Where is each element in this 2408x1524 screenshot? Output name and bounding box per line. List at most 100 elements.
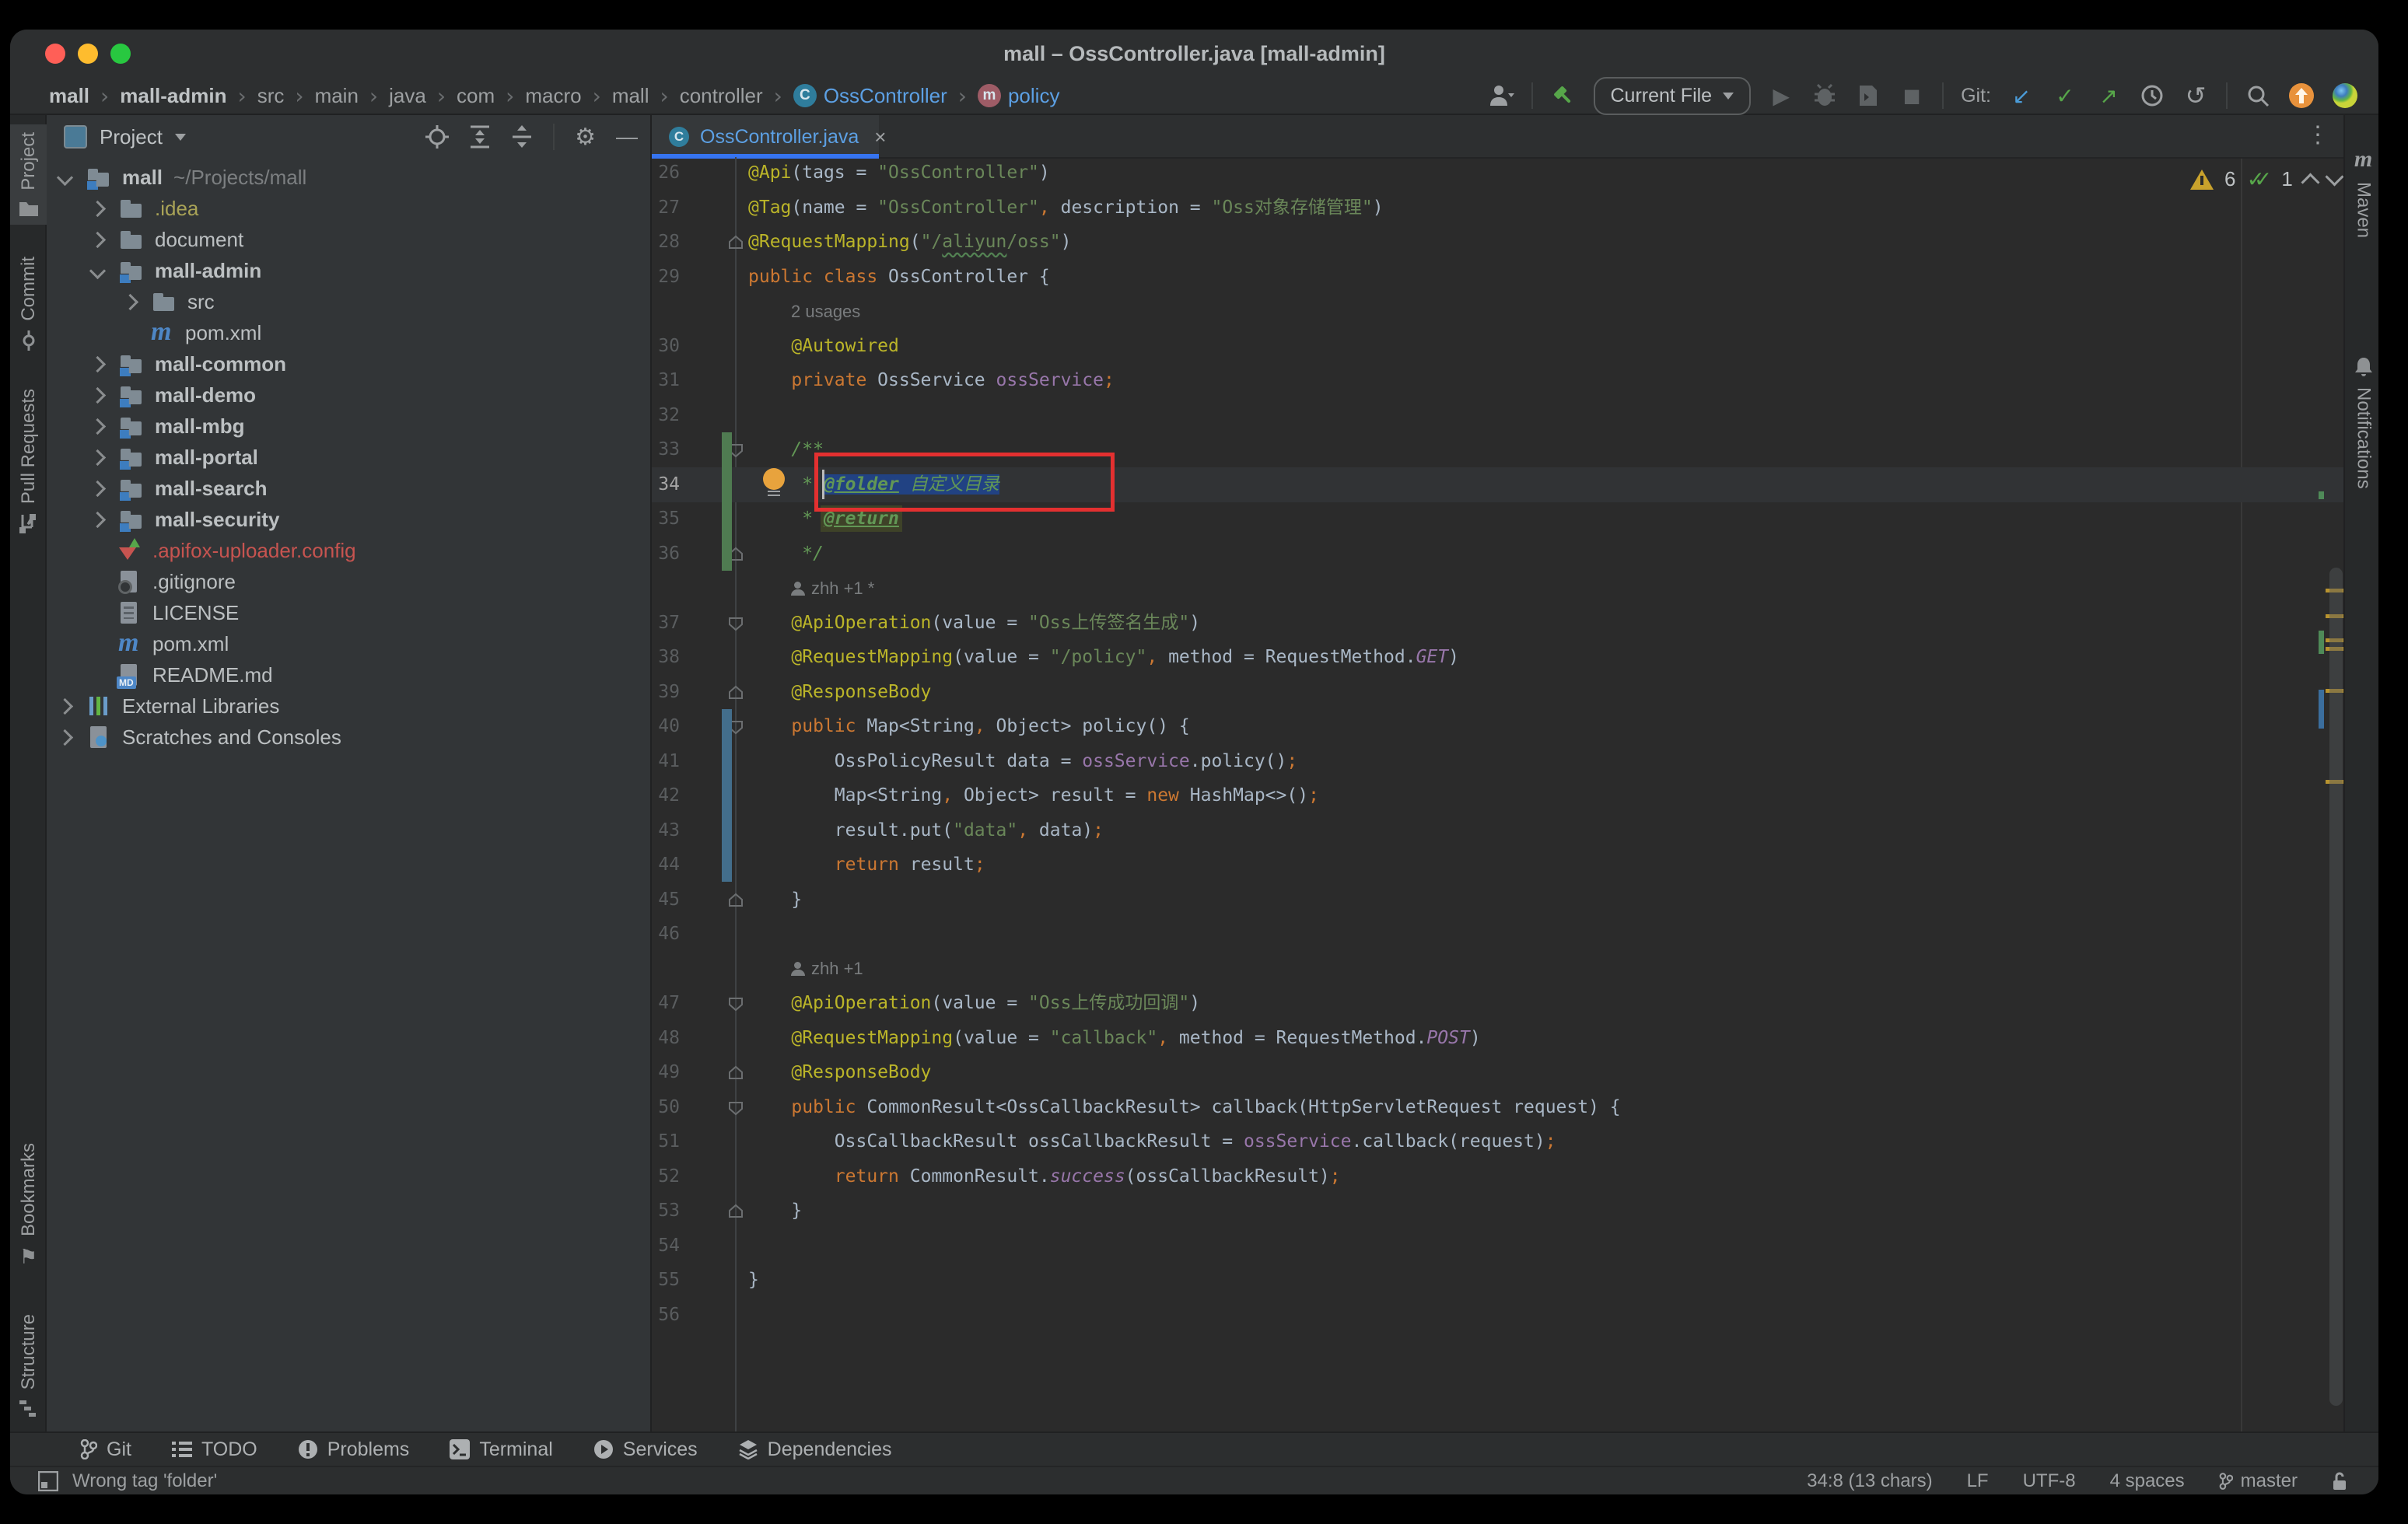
code-line[interactable]: 47 @ApiOperation(value = "Oss上传成功回调") bbox=[652, 986, 2343, 1021]
editor-options-kebab-icon[interactable]: ⋮ bbox=[2306, 121, 2329, 149]
chevron-right-icon[interactable] bbox=[89, 386, 106, 403]
line-number[interactable]: 44 bbox=[652, 848, 680, 883]
breadcrumb-item[interactable]: mpolicy bbox=[978, 84, 1059, 108]
code-line[interactable]: 41 OssPolicyResult data = ossService.pol… bbox=[652, 744, 2343, 779]
next-problem-chevron-icon[interactable] bbox=[2325, 167, 2343, 186]
line-number[interactable]: 41 bbox=[652, 744, 680, 779]
inlay-hint-text[interactable]: zhh +1 bbox=[791, 952, 863, 987]
breadcrumb-item[interactable]: mall-admin bbox=[120, 84, 226, 108]
search-everywhere-icon[interactable] bbox=[2245, 82, 2271, 109]
code-line[interactable]: 43 result.put("data", data); bbox=[652, 813, 2343, 848]
code-line[interactable]: 50 public CommonResult<OssCallbackResult… bbox=[652, 1090, 2343, 1125]
line-number[interactable]: 36 bbox=[652, 537, 680, 572]
git-branch-widget[interactable]: master bbox=[2219, 1470, 2298, 1492]
line-number[interactable]: 37 bbox=[652, 606, 680, 641]
code-line[interactable]: 36 */ bbox=[652, 537, 2343, 572]
line-number[interactable]: 56 bbox=[652, 1298, 680, 1333]
tree-item[interactable]: src bbox=[47, 286, 650, 317]
breadcrumb-item[interactable]: java bbox=[389, 84, 426, 108]
sidebar-item-project[interactable]: Project bbox=[10, 124, 47, 225]
code-line[interactable]: 51 OssCallbackResult ossCallbackResult =… bbox=[652, 1124, 2343, 1159]
fold-start-icon[interactable] bbox=[726, 994, 745, 1013]
run-configuration-select[interactable]: Current File bbox=[1594, 77, 1752, 115]
toolwindow-dependencies[interactable]: Dependencies bbox=[738, 1438, 892, 1461]
collapse-all-icon[interactable] bbox=[511, 125, 533, 149]
line-number[interactable]: 33 bbox=[652, 432, 680, 467]
code-line[interactable]: 30 @Autowired bbox=[652, 329, 2343, 364]
line-number[interactable]: 28 bbox=[652, 225, 680, 260]
code-line[interactable]: 54 bbox=[652, 1229, 2343, 1264]
locate-file-icon[interactable] bbox=[425, 125, 449, 149]
tab-osscontroller[interactable]: C OssController.java × bbox=[652, 115, 879, 159]
line-number[interactable]: 29 bbox=[652, 260, 680, 295]
line-number[interactable]: 42 bbox=[652, 778, 680, 813]
indent-setting[interactable]: 4 spaces bbox=[2110, 1470, 2185, 1492]
rollback-icon[interactable]: ↺ bbox=[2182, 82, 2209, 109]
tree-item[interactable]: .idea bbox=[47, 193, 650, 224]
code-line[interactable]: 38 @RequestMapping(value = "/policy", me… bbox=[652, 640, 2343, 675]
line-number[interactable]: 51 bbox=[652, 1124, 680, 1159]
debug-button[interactable] bbox=[1811, 82, 1838, 109]
fold-end-icon[interactable] bbox=[726, 1064, 745, 1082]
ai-assistant-sphere-icon[interactable] bbox=[2332, 82, 2358, 109]
code-line[interactable]: 53 } bbox=[652, 1194, 2343, 1229]
line-number[interactable]: 53 bbox=[652, 1194, 680, 1229]
line-number[interactable]: 40 bbox=[652, 709, 680, 744]
tree-item[interactable]: document bbox=[47, 224, 650, 255]
chevron-right-icon[interactable] bbox=[89, 355, 106, 372]
code-line[interactable]: 52 return CommonResult.success(ossCallba… bbox=[652, 1159, 2343, 1194]
unlock-icon[interactable] bbox=[2332, 1471, 2347, 1491]
sidebar-item-maven[interactable]: m Maven bbox=[2345, 146, 2378, 238]
breadcrumb-item[interactable]: COssController bbox=[793, 84, 947, 108]
sidebar-item-bookmarks[interactable]: Bookmarks ⚑ bbox=[10, 1143, 47, 1269]
tree-item[interactable]: mall~/Projects/mall bbox=[47, 162, 650, 193]
tree-item[interactable]: Scratches and Consoles bbox=[47, 722, 650, 753]
line-number[interactable]: 27 bbox=[652, 190, 680, 225]
build-hammer-icon[interactable] bbox=[1550, 82, 1577, 109]
code-line[interactable]: 28@RequestMapping("/aliyun/oss") bbox=[652, 225, 2343, 260]
line-number[interactable]: 32 bbox=[652, 398, 680, 433]
tree-item[interactable]: External Libraries bbox=[47, 690, 650, 722]
history-clock-icon[interactable] bbox=[2139, 82, 2165, 109]
sidebar-item-structure[interactable]: Structure bbox=[10, 1314, 47, 1417]
status-message[interactable]: Wrong tag 'folder' bbox=[72, 1470, 217, 1492]
breadcrumb-item[interactable]: src bbox=[257, 84, 285, 108]
fold-start-icon[interactable] bbox=[726, 614, 745, 633]
stripe-change-mark[interactable] bbox=[2319, 631, 2324, 654]
run-button[interactable]: ▶ bbox=[1768, 82, 1794, 109]
scrollbar-thumb[interactable] bbox=[2329, 568, 2343, 1406]
toolwindow-todo[interactable]: TODO bbox=[172, 1438, 257, 1461]
breadcrumb-item[interactable]: controller bbox=[680, 84, 763, 108]
toolwindow-git[interactable]: Git bbox=[80, 1438, 131, 1461]
code-line[interactable]: 31 private OssService ossService; bbox=[652, 363, 2343, 398]
user-profile-icon[interactable] bbox=[1488, 82, 1514, 109]
git-update-icon[interactable]: ↙ bbox=[2008, 82, 2035, 109]
fold-end-icon[interactable] bbox=[726, 1202, 745, 1221]
line-ending[interactable]: LF bbox=[1967, 1470, 1989, 1492]
line-number[interactable]: 49 bbox=[652, 1055, 680, 1090]
file-encoding[interactable]: UTF-8 bbox=[2023, 1470, 2076, 1492]
tree-item[interactable]: mall-mbg bbox=[47, 411, 650, 442]
tree-item[interactable]: mall-search bbox=[47, 473, 650, 504]
line-number[interactable]: 54 bbox=[652, 1229, 680, 1264]
line-number[interactable]: 50 bbox=[652, 1090, 680, 1125]
tree-item[interactable]: .gitignore bbox=[47, 566, 650, 597]
git-push-icon[interactable]: ↗ bbox=[2095, 82, 2122, 109]
tree-item[interactable]: mall-demo bbox=[47, 379, 650, 411]
sidebar-item-commit[interactable]: Commit bbox=[10, 257, 47, 351]
breadcrumb-item[interactable]: com bbox=[457, 84, 495, 108]
chevron-right-icon[interactable] bbox=[89, 449, 106, 465]
line-number[interactable]: 34 bbox=[652, 467, 680, 502]
chevron-right-icon[interactable] bbox=[57, 697, 73, 714]
coverage-button[interactable] bbox=[1855, 82, 1881, 109]
chevron-down-icon[interactable] bbox=[89, 262, 106, 278]
code-line[interactable]: 45 } bbox=[652, 883, 2343, 918]
tree-item[interactable]: README.md bbox=[47, 659, 650, 690]
inlay-hint-text[interactable]: 2 usages bbox=[791, 294, 860, 329]
fold-end-icon[interactable] bbox=[726, 233, 745, 252]
line-number[interactable]: 47 bbox=[652, 986, 680, 1021]
code-line[interactable]: 46 bbox=[652, 917, 2343, 952]
sidebar-item-pull-requests[interactable]: Pull Requests bbox=[10, 389, 47, 533]
stop-button[interactable]: ■ bbox=[1899, 82, 1925, 109]
tree-item[interactable]: mall-common bbox=[47, 348, 650, 379]
